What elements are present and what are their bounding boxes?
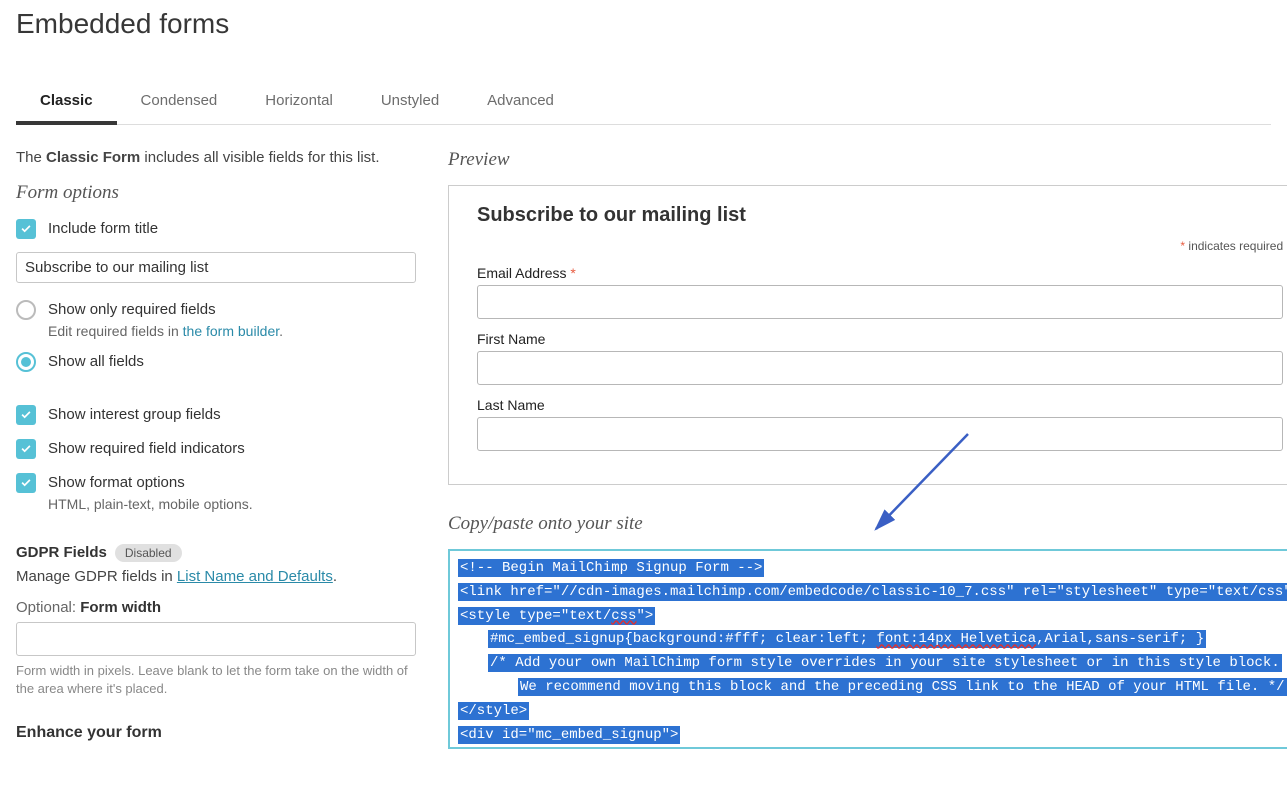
enhance-heading: Enhance your form bbox=[16, 724, 416, 742]
first-name-input[interactable] bbox=[477, 351, 1283, 385]
email-input[interactable] bbox=[477, 285, 1283, 319]
required-indicators-label: Show required field indicators bbox=[48, 438, 245, 460]
interest-group-checkbox[interactable] bbox=[16, 405, 36, 425]
form-options-heading: Form options bbox=[16, 182, 416, 204]
format-options-checkbox[interactable] bbox=[16, 473, 36, 493]
gdpr-text: Manage GDPR fields in List Name and Defa… bbox=[16, 568, 416, 585]
copy-heading: Copy/paste onto your site bbox=[448, 513, 1287, 535]
preview-heading: Preview bbox=[448, 149, 1287, 171]
tab-horizontal[interactable]: Horizontal bbox=[241, 82, 357, 125]
tabs: Classic Condensed Horizontal Unstyled Ad… bbox=[16, 82, 1271, 125]
check-icon bbox=[20, 223, 32, 235]
required-note: * indicates required bbox=[477, 239, 1283, 253]
gdpr-disabled-badge: Disabled bbox=[115, 544, 182, 562]
include-title-checkbox[interactable] bbox=[16, 219, 36, 239]
tab-classic[interactable]: Classic bbox=[16, 82, 117, 125]
gdpr-link[interactable]: List Name and Defaults bbox=[177, 568, 333, 585]
format-options-sub: HTML, plain-text, mobile options. bbox=[48, 496, 253, 512]
first-name-label: First Name bbox=[477, 331, 1283, 347]
format-options-label: Show format options bbox=[48, 472, 253, 494]
show-all-radio[interactable] bbox=[16, 352, 36, 372]
check-icon bbox=[20, 443, 32, 455]
show-required-label: Show only required fields bbox=[48, 299, 283, 321]
email-label: Email Address * bbox=[477, 265, 1283, 281]
show-required-radio[interactable] bbox=[16, 300, 36, 320]
form-width-input[interactable] bbox=[16, 622, 416, 656]
last-name-label: Last Name bbox=[477, 397, 1283, 413]
required-indicators-checkbox[interactable] bbox=[16, 439, 36, 459]
embed-code-box[interactable]: <!-- Begin MailChimp Signup Form --> <li… bbox=[448, 549, 1287, 749]
show-required-sub: Edit required fields in the form builder… bbox=[48, 323, 283, 339]
interest-group-label: Show interest group fields bbox=[48, 404, 221, 426]
check-icon bbox=[20, 409, 32, 421]
form-builder-link[interactable]: the form builder bbox=[183, 323, 280, 339]
tab-advanced[interactable]: Advanced bbox=[463, 82, 578, 125]
preview-form-title: Subscribe to our mailing list bbox=[477, 204, 1283, 227]
tab-condensed[interactable]: Condensed bbox=[117, 82, 242, 125]
last-name-input[interactable] bbox=[477, 417, 1283, 451]
form-width-label: Optional: Form width bbox=[16, 599, 416, 616]
preview-box: Subscribe to our mailing list * indicate… bbox=[448, 185, 1287, 485]
form-title-input[interactable] bbox=[16, 252, 416, 283]
check-icon bbox=[20, 477, 32, 489]
gdpr-heading: GDPR Fields bbox=[16, 544, 107, 561]
include-title-label: Include form title bbox=[48, 218, 158, 240]
form-width-help: Form width in pixels. Leave blank to let… bbox=[16, 662, 416, 698]
intro-text: The Classic Form includes all visible fi… bbox=[16, 149, 416, 166]
show-all-label: Show all fields bbox=[48, 351, 144, 373]
tab-unstyled[interactable]: Unstyled bbox=[357, 82, 463, 125]
page-title: Embedded forms bbox=[16, 0, 1271, 64]
